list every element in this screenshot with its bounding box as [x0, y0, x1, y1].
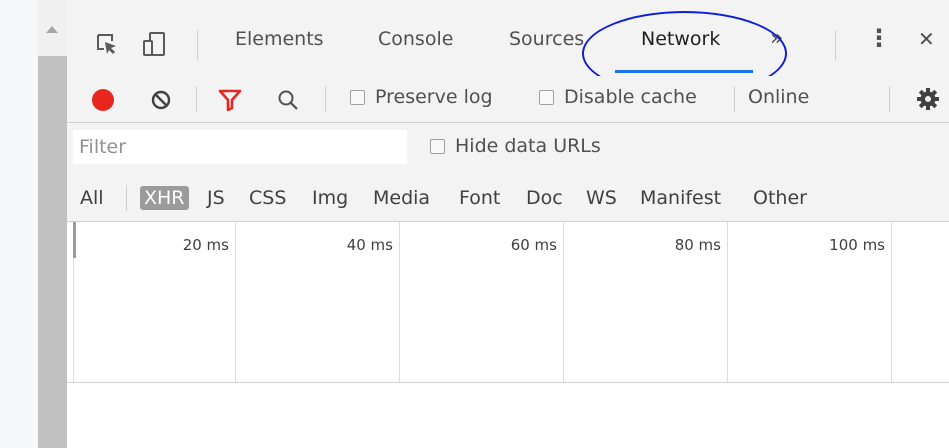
toolbar-separator [325, 86, 326, 112]
tab-network[interactable]: Network [641, 28, 720, 50]
type-filter-img[interactable]: Img [312, 186, 348, 210]
checkbox-box[interactable] [430, 138, 445, 154]
timeline-tick-label: 100 ms [829, 236, 885, 254]
clear-button[interactable] [149, 88, 173, 112]
scroll-thumb[interactable] [38, 56, 67, 448]
close-icon[interactable]: ✕ [918, 27, 935, 51]
network-overview-timeline[interactable]: 20 ms 40 ms 60 ms 80 ms 100 ms [67, 222, 949, 383]
throttling-select[interactable]: Online [748, 86, 809, 108]
timeline-tick-label: 80 ms [674, 236, 721, 254]
timeline-tick-label: 20 ms [182, 236, 229, 254]
resource-type-bar: All XHR JS CSS Img Media Font Doc WS Man… [67, 173, 949, 222]
toolbar-separator [196, 86, 197, 112]
devtools-tab-bar: Elements Console Sources Network » ⋮ ✕ [67, 0, 949, 96]
kebab-menu-icon[interactable]: ⋮ [867, 24, 891, 52]
type-filter-doc[interactable]: Doc [526, 186, 563, 210]
preserve-log-checkbox[interactable]: Preserve log [350, 86, 493, 108]
timeline-gridline [563, 222, 564, 382]
devtools-panel: Elements Console Sources Network » ⋮ ✕ P… [67, 0, 949, 448]
tab-separator [197, 30, 198, 60]
type-filter-all[interactable]: All [80, 186, 104, 210]
type-filter-css[interactable]: CSS [249, 186, 286, 210]
clear-icon [151, 90, 171, 110]
filter-toggle-button[interactable] [217, 87, 243, 113]
network-settings-button[interactable] [915, 86, 941, 112]
more-tabs-icon[interactable]: » [770, 26, 783, 51]
search-icon [278, 90, 298, 110]
toolbar-separator [889, 86, 890, 112]
tab-sources[interactable]: Sources [509, 28, 584, 50]
filter-bar: Hide data URLs [67, 123, 949, 173]
type-filter-media[interactable]: Media [373, 186, 430, 210]
request-list-area [67, 383, 949, 448]
toolbar-separator [734, 86, 735, 112]
timeline-gridline [399, 222, 400, 382]
type-filter-js[interactable]: JS [207, 186, 225, 210]
type-filter-manifest[interactable]: Manifest [640, 186, 721, 210]
device-toolbar-icon[interactable] [141, 24, 171, 64]
type-filter-ws[interactable]: WS [586, 186, 617, 210]
gear-icon [917, 88, 939, 110]
search-button[interactable] [275, 87, 301, 113]
hide-data-urls-label: Hide data URLs [455, 135, 601, 157]
tab-separator [835, 30, 836, 60]
disable-cache-label: Disable cache [564, 86, 697, 108]
timeline-tick-label: 60 ms [510, 236, 557, 254]
record-icon [92, 89, 114, 111]
disable-cache-checkbox[interactable]: Disable cache [539, 86, 697, 108]
filter-input[interactable] [73, 130, 407, 164]
preserve-log-label: Preserve log [375, 86, 493, 108]
filter-funnel-icon [218, 89, 242, 111]
timeline-gridline [891, 222, 892, 382]
timeline-gridline [727, 222, 728, 382]
timeline-gridline [235, 222, 236, 382]
type-filter-other[interactable]: Other [753, 186, 807, 210]
type-filter-font[interactable]: Font [459, 186, 500, 210]
checkbox-box[interactable] [350, 89, 365, 105]
page-gutter [0, 0, 38, 448]
tab-console[interactable]: Console [378, 28, 453, 50]
inspect-element-icon[interactable] [94, 24, 120, 64]
scroll-up-arrow-icon[interactable] [46, 26, 58, 33]
active-tab-indicator [615, 70, 753, 73]
record-button[interactable] [91, 88, 115, 112]
timeline-tick-label: 40 ms [346, 236, 393, 254]
network-toolbar: Preserve log Disable cache Online [67, 76, 949, 123]
type-filter-xhr[interactable]: XHR [140, 186, 189, 210]
checkbox-box[interactable] [539, 89, 554, 105]
hide-data-urls-checkbox[interactable]: Hide data URLs [430, 135, 601, 157]
type-separator [126, 185, 127, 211]
timeline-left-marker[interactable] [73, 222, 76, 258]
tab-elements[interactable]: Elements [235, 28, 324, 50]
